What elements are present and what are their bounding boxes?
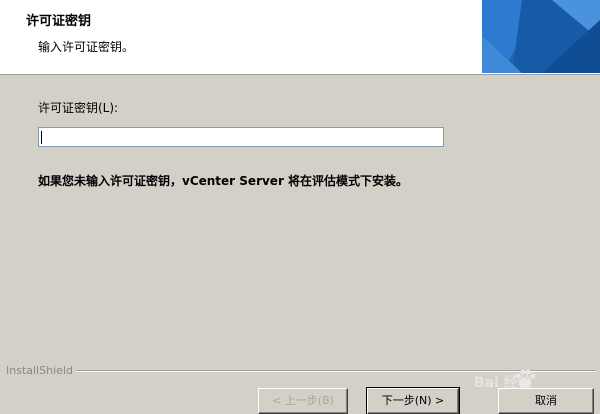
paw-icon: [515, 369, 536, 388]
text-cursor: [41, 131, 42, 144]
dialog-header: 许可证密钥 输入许可证密钥。: [0, 0, 600, 75]
license-key-label: 许可证密钥(L):: [38, 101, 119, 115]
header-banner-graphic: [482, 0, 600, 73]
back-button[interactable]: < 上一步(B): [258, 388, 348, 414]
license-key-input[interactable]: [38, 127, 444, 147]
header-subtitle: 输入许可证密钥。: [38, 40, 135, 54]
evaluation-mode-notice: 如果您未输入许可证密钥，vCenter Server 将在评估模式下安装。: [38, 174, 409, 188]
installshield-brand: InstallShield: [6, 364, 73, 377]
header-title: 许可证密钥: [26, 14, 92, 29]
next-button[interactable]: 下一步(N) >: [366, 387, 460, 414]
